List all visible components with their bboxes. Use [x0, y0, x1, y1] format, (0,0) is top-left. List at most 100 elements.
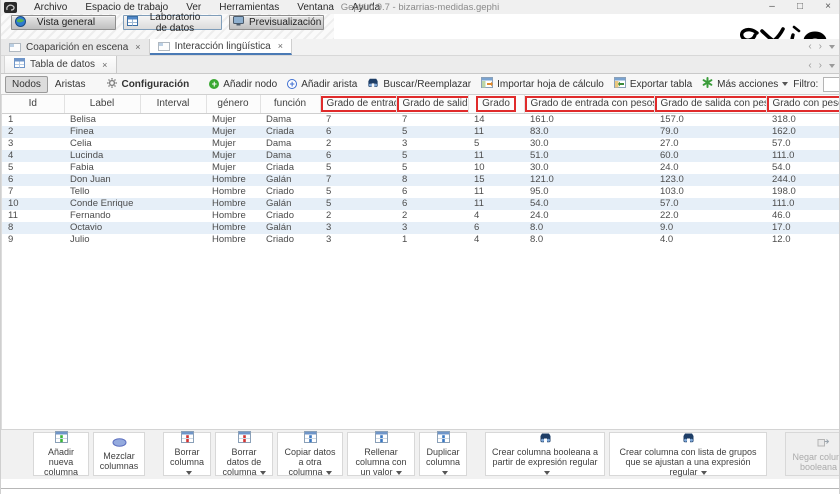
table-cell[interactable]: 54.0 [766, 162, 840, 174]
table-cell[interactable]: 8.0 [524, 222, 654, 234]
table-cell[interactable]: 3 [320, 234, 396, 246]
edges-toggle[interactable]: Aristas [48, 76, 93, 93]
table-cell[interactable] [140, 138, 206, 150]
table-cell[interactable]: 111.0 [766, 150, 840, 162]
table-cell[interactable]: 12.0 [766, 234, 840, 246]
table-cell[interactable]: 11 [468, 126, 524, 138]
table-cell[interactable]: Hombre [206, 234, 260, 246]
table-cell[interactable]: 3 [396, 138, 468, 150]
tab-list-dropdown-icon[interactable] [829, 64, 835, 68]
table-cell[interactable]: Criada [260, 162, 320, 174]
borrar-columna-button[interactable]: Borrar columna [163, 432, 211, 476]
laboratorio-de-datos-button[interactable]: Laboratorio de datos [123, 15, 222, 30]
table-cell[interactable]: 14 [468, 113, 524, 126]
tab-coaparicion-en-escena[interactable]: Coaparición en escena × [1, 39, 150, 55]
table-cell[interactable]: 6 [396, 186, 468, 198]
table-cell[interactable]: 2 [320, 210, 396, 222]
table-cell[interactable]: Mujer [206, 113, 260, 126]
table-cell[interactable]: 1 [2, 113, 64, 126]
table-cell[interactable]: 121.0 [524, 174, 654, 186]
menu-ventana[interactable]: Ventana [288, 2, 343, 13]
table-cell[interactable]: Julio [64, 234, 140, 246]
table-cell[interactable]: Octavio [64, 222, 140, 234]
table-cell[interactable]: 5 [320, 198, 396, 210]
column-header[interactable]: Grado de entrada con pesos [524, 95, 654, 113]
table-cell[interactable] [140, 234, 206, 246]
next-tab-icon[interactable]: › [819, 41, 822, 52]
tab-list-dropdown-icon[interactable] [829, 45, 835, 49]
filter-input[interactable] [823, 77, 840, 92]
table-cell[interactable]: 5 [396, 150, 468, 162]
table-cell[interactable]: 103.0 [654, 186, 766, 198]
table-cell[interactable]: 161.0 [524, 113, 654, 126]
table-cell[interactable]: 4 [468, 234, 524, 246]
menu-archivo[interactable]: Archivo [25, 2, 76, 13]
table-cell[interactable]: Tello [64, 186, 140, 198]
table-cell[interactable]: 11 [2, 210, 64, 222]
crear-columna-con-lista-de-grupos-que-se-ajustan-a-una-expresi-n-regular-button[interactable]: Crear columna con lista de grupos que se… [609, 432, 767, 476]
add-node-button[interactable]: + Añadir nodo [204, 76, 282, 93]
table-cell[interactable]: 5 [396, 162, 468, 174]
tab-interaccion-linguistica[interactable]: Interacción lingüística × [150, 39, 292, 55]
vista-general-button[interactable]: Vista general [11, 15, 116, 30]
table-cell[interactable]: 57.0 [654, 198, 766, 210]
table-cell[interactable]: 318.0 [766, 113, 840, 126]
table-cell[interactable]: 83.0 [524, 126, 654, 138]
column-header[interactable]: Interval [140, 95, 206, 113]
table-cell[interactable]: Don Juan [64, 174, 140, 186]
table-cell[interactable]: Hombre [206, 174, 260, 186]
table-cell[interactable] [140, 174, 206, 186]
configuration-button[interactable]: Configuración [102, 76, 194, 93]
table-cell[interactable]: 6 [320, 150, 396, 162]
table-cell[interactable]: 7 [320, 113, 396, 126]
panel-tab-close-icon[interactable]: × [102, 60, 107, 70]
table-cell[interactable]: Galán [260, 222, 320, 234]
table-cell[interactable] [140, 222, 206, 234]
import-spreadsheet-button[interactable]: Importar hoja de cálculo [476, 76, 609, 93]
crear-columna-booleana-a-partir-de-expresi-n-regular-button[interactable]: Crear columna booleana a partir de expre… [485, 432, 605, 476]
column-header[interactable]: género [206, 95, 260, 113]
export-table-button[interactable]: Exportar tabla [609, 76, 697, 93]
table-cell[interactable]: 4 [2, 150, 64, 162]
search-replace-button[interactable]: Buscar/Reemplazar [362, 76, 476, 93]
table-cell[interactable] [140, 210, 206, 222]
table-cell[interactable]: Belisa [64, 113, 140, 126]
table-cell[interactable]: 5 [320, 186, 396, 198]
table-cell[interactable]: 198.0 [766, 186, 840, 198]
table-cell[interactable]: Mujer [206, 150, 260, 162]
table-cell[interactable]: 9 [2, 234, 64, 246]
table-cell[interactable]: Criado [260, 234, 320, 246]
column-header[interactable]: Grado [468, 95, 524, 113]
table-cell[interactable]: 157.0 [654, 113, 766, 126]
prev-tab-icon[interactable]: ‹ [808, 41, 811, 52]
rellenar-columna-con-un-valor-button[interactable]: Rellenar columna con un valor [347, 432, 415, 476]
table-cell[interactable]: Hombre [206, 186, 260, 198]
table-cell[interactable]: 8 [396, 174, 468, 186]
tab-close-icon[interactable]: × [135, 42, 140, 52]
more-actions-button[interactable]: Más acciones [697, 76, 793, 93]
table-cell[interactable] [140, 150, 206, 162]
table-cell[interactable]: 4.0 [654, 234, 766, 246]
table-cell[interactable]: 1 [396, 234, 468, 246]
table-cell[interactable]: Dama [260, 150, 320, 162]
table-cell[interactable]: 6 [468, 222, 524, 234]
table-cell[interactable]: 6 [2, 174, 64, 186]
table-cell[interactable]: 11 [468, 198, 524, 210]
a-adir-nueva-columna-button[interactable]: Añadir nueva columna [33, 432, 89, 476]
table-cell[interactable]: 3 [396, 222, 468, 234]
table-cell[interactable]: 7 [2, 186, 64, 198]
previsualizacion-button[interactable]: Previsualización [229, 15, 324, 30]
table-cell[interactable]: Criada [260, 126, 320, 138]
minimize-button[interactable]: – [765, 0, 779, 13]
table-cell[interactable]: 2 [320, 138, 396, 150]
nodes-toggle[interactable]: Nodos [5, 76, 48, 93]
table-cell[interactable]: Finea [64, 126, 140, 138]
tab-tabla-de-datos[interactable]: Tabla de datos × [4, 56, 117, 73]
table-cell[interactable]: 60.0 [654, 150, 766, 162]
menu-herramientas[interactable]: Herramientas [210, 2, 288, 13]
table-cell[interactable]: 24.0 [654, 162, 766, 174]
table-cell[interactable]: Hombre [206, 198, 260, 210]
table-cell[interactable]: 6 [320, 126, 396, 138]
table-cell[interactable]: Mujer [206, 138, 260, 150]
table-cell[interactable]: Dama [260, 138, 320, 150]
